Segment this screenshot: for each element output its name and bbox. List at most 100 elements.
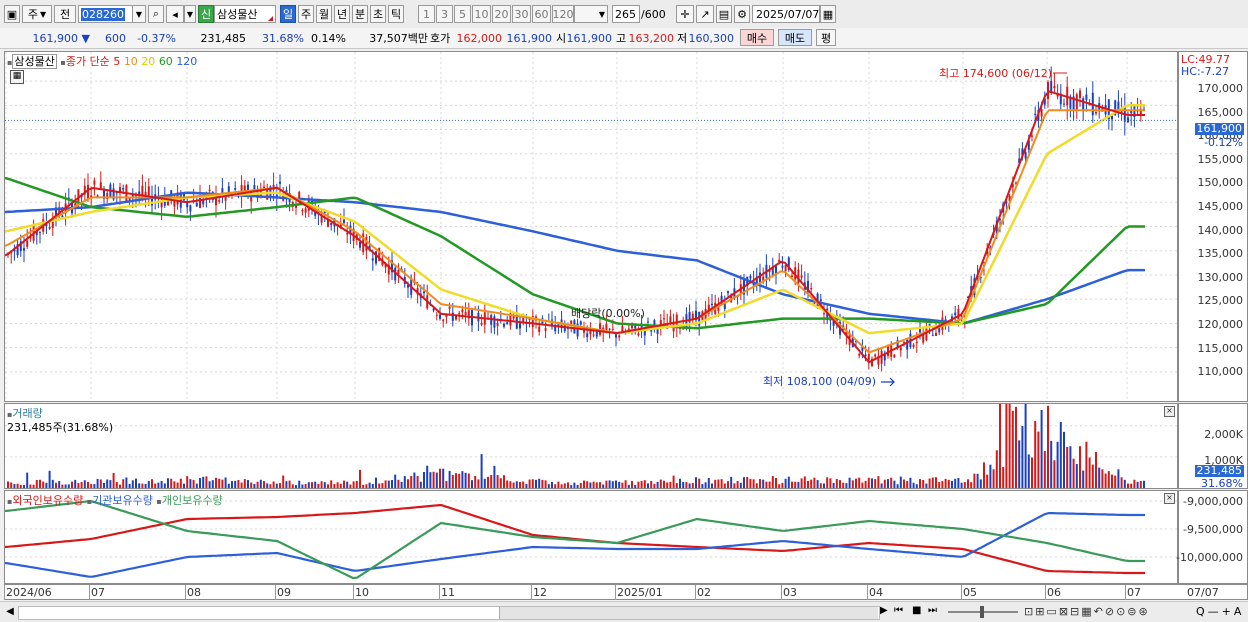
scroll-right-icon[interactable]: ▶: [880, 605, 888, 616]
volume-bar: [659, 479, 662, 488]
date-tick-mark: [531, 585, 532, 600]
interval-button[interactable]: 3: [436, 5, 453, 23]
volume-bar: [1050, 440, 1053, 488]
volume-bar: [755, 483, 758, 488]
candle-body: [727, 291, 729, 294]
volume-bar: [739, 482, 742, 488]
volume-bar: [215, 477, 217, 488]
volume-bar: [1043, 451, 1046, 488]
stock-name-field[interactable]: 삼성물산: [214, 5, 276, 23]
volume-bar: [912, 482, 915, 488]
volume-bar: [179, 478, 182, 488]
volume-bar: [243, 479, 246, 488]
volume-bar: [605, 480, 608, 488]
sell-button[interactable]: 매도: [778, 29, 812, 46]
chart-tools-icons[interactable]: ⊡⊞▭⊠⊟▦↶⊘⊙⊜⊛: [1024, 605, 1150, 618]
eval-button[interactable]: 평: [816, 29, 836, 46]
period-select[interactable]: 주 ▼: [22, 5, 52, 23]
buy-button[interactable]: 매수: [740, 29, 774, 46]
individual-holding-line: [5, 500, 1145, 580]
zoom-slider-handle[interactable]: [980, 606, 984, 618]
period-tab[interactable]: 일: [280, 5, 296, 23]
close-icon[interactable]: ×: [1164, 493, 1175, 504]
open-label: 시: [556, 32, 567, 45]
chevron-down-icon[interactable]: ▼: [184, 5, 196, 23]
scrollbar-thumb[interactable]: [499, 607, 878, 619]
volume-bar: [426, 465, 429, 488]
period-tab[interactable]: 분: [352, 5, 368, 23]
volume-bar: [106, 479, 109, 488]
date-tick: 09: [277, 586, 291, 599]
date-input[interactable]: 2025/07/07: [752, 5, 820, 23]
volume-bar: [1005, 404, 1008, 488]
prev-button[interactable]: 전: [54, 5, 76, 23]
period-tab[interactable]: 월: [316, 5, 332, 23]
fast-forward-icon[interactable]: ⏭: [928, 605, 937, 616]
speaker-icon[interactable]: ◂: [166, 5, 184, 23]
candle-body: [279, 181, 281, 184]
zoom-controls[interactable]: Q—+A: [1196, 605, 1244, 618]
candle-body: [1111, 115, 1113, 120]
horizontal-scrollbar[interactable]: [18, 606, 880, 620]
period-tab[interactable]: 주: [298, 5, 314, 23]
volume-bar: [717, 479, 720, 488]
volume-bar: [483, 478, 486, 488]
volume-bar: [157, 482, 160, 488]
volume-bar: [80, 481, 83, 488]
volume-bar: [611, 481, 614, 488]
volume-bar: [643, 480, 646, 488]
holdings-chart-pane[interactable]: ▪외국인보유수량 ▪기관보유수량 ▪개인보유수량 ×: [4, 490, 1178, 584]
interval-button[interactable]: 5: [454, 5, 471, 23]
interval-button[interactable]: 20: [492, 5, 511, 23]
volume-bar: [51, 479, 54, 488]
volume-bar: [573, 482, 576, 488]
volume-bar: [986, 474, 989, 488]
volume-bar: [64, 484, 67, 488]
date-tick: 10: [355, 586, 369, 599]
volume-bar: [477, 479, 480, 488]
scroll-left-icon[interactable]: ◀: [4, 605, 16, 619]
zoom-slider[interactable]: [948, 606, 1018, 618]
interval-button[interactable]: 30: [512, 5, 531, 23]
close-icon[interactable]: ×: [1164, 406, 1175, 417]
price-ylabel: 145,000: [1197, 200, 1244, 213]
volume-bar: [1069, 446, 1072, 488]
drawing-icon[interactable]: ↗: [696, 5, 714, 23]
count-input[interactable]: 265: [612, 5, 640, 23]
volume-bar: [666, 482, 669, 488]
volume-bar: [1072, 458, 1075, 488]
search-icon[interactable]: ⌕: [148, 5, 164, 23]
table-icon[interactable]: ▦: [10, 70, 24, 84]
volume-bar: [976, 473, 979, 488]
volume-bar: [979, 479, 982, 488]
interval-button[interactable]: 120: [552, 5, 574, 23]
volume-chart-pane[interactable]: ▪거래량 231,485주(31.68%) ×: [4, 403, 1178, 489]
stop-icon[interactable]: ■: [912, 605, 921, 616]
layout-icon[interactable]: ▣: [4, 5, 20, 23]
interval-button[interactable]: 1: [418, 5, 435, 23]
save-icon[interactable]: ▤: [716, 5, 732, 23]
chevron-down-icon[interactable]: ▼: [132, 5, 146, 23]
volume-bar: [413, 472, 416, 488]
volume-bar: [602, 484, 605, 488]
period-tab[interactable]: 초: [370, 5, 386, 23]
rewind-icon[interactable]: ⏮: [894, 605, 903, 616]
volume-bar: [58, 481, 61, 488]
gear-icon[interactable]: ⚙: [734, 5, 750, 23]
volume-bar: [1015, 406, 1017, 488]
interval-dropdown[interactable]: ▼: [574, 5, 608, 23]
crosshair-icon[interactable]: ✛: [676, 5, 694, 23]
candle-body: [858, 353, 861, 356]
candle-body: [343, 219, 345, 223]
stock-code-input[interactable]: 028260: [78, 5, 138, 23]
volume-bar: [963, 482, 966, 488]
price-chart-pane[interactable]: ▪ 삼성물산 ▪종가 단순 5 10 20 60 120 ▦ 최고 174,600…: [4, 51, 1178, 402]
date-tick: 05: [963, 586, 977, 599]
calendar-icon[interactable]: ▦: [820, 5, 836, 23]
interval-button[interactable]: 10: [472, 5, 491, 23]
volume-bar: [579, 482, 582, 488]
interval-button[interactable]: 60: [532, 5, 551, 23]
volume-bar: [211, 480, 214, 488]
period-tab[interactable]: 년: [334, 5, 350, 23]
period-tab[interactable]: 틱: [388, 5, 404, 23]
